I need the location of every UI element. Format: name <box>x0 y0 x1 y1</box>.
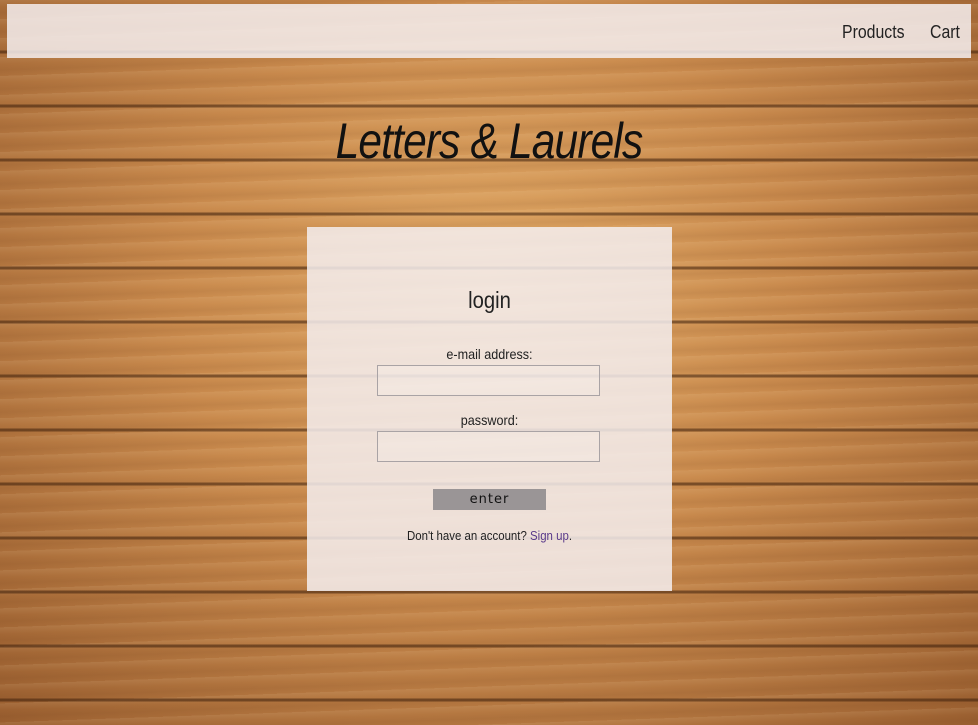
top-navbar: Products Cart <box>7 4 971 58</box>
login-heading: login <box>468 287 511 313</box>
signup-link[interactable]: Sign up <box>530 528 569 543</box>
signup-suffix: . <box>568 528 573 543</box>
password-field[interactable] <box>377 431 600 462</box>
site-title: Letters & Laurels <box>335 113 644 169</box>
signup-prompt-text: Don't have an account? <box>406 528 531 543</box>
nav-products-link[interactable]: Products <box>842 22 905 43</box>
enter-button[interactable]: enter <box>433 489 546 510</box>
nav-cart-link[interactable]: Cart <box>930 22 960 43</box>
password-label: password: <box>460 412 519 428</box>
login-panel: login e-mail address: password: enter Do… <box>307 227 672 591</box>
signup-prompt-line: Don't have an account? Sign up. <box>329 528 650 543</box>
email-field[interactable] <box>377 365 600 396</box>
email-label: e-mail address: <box>446 346 533 362</box>
